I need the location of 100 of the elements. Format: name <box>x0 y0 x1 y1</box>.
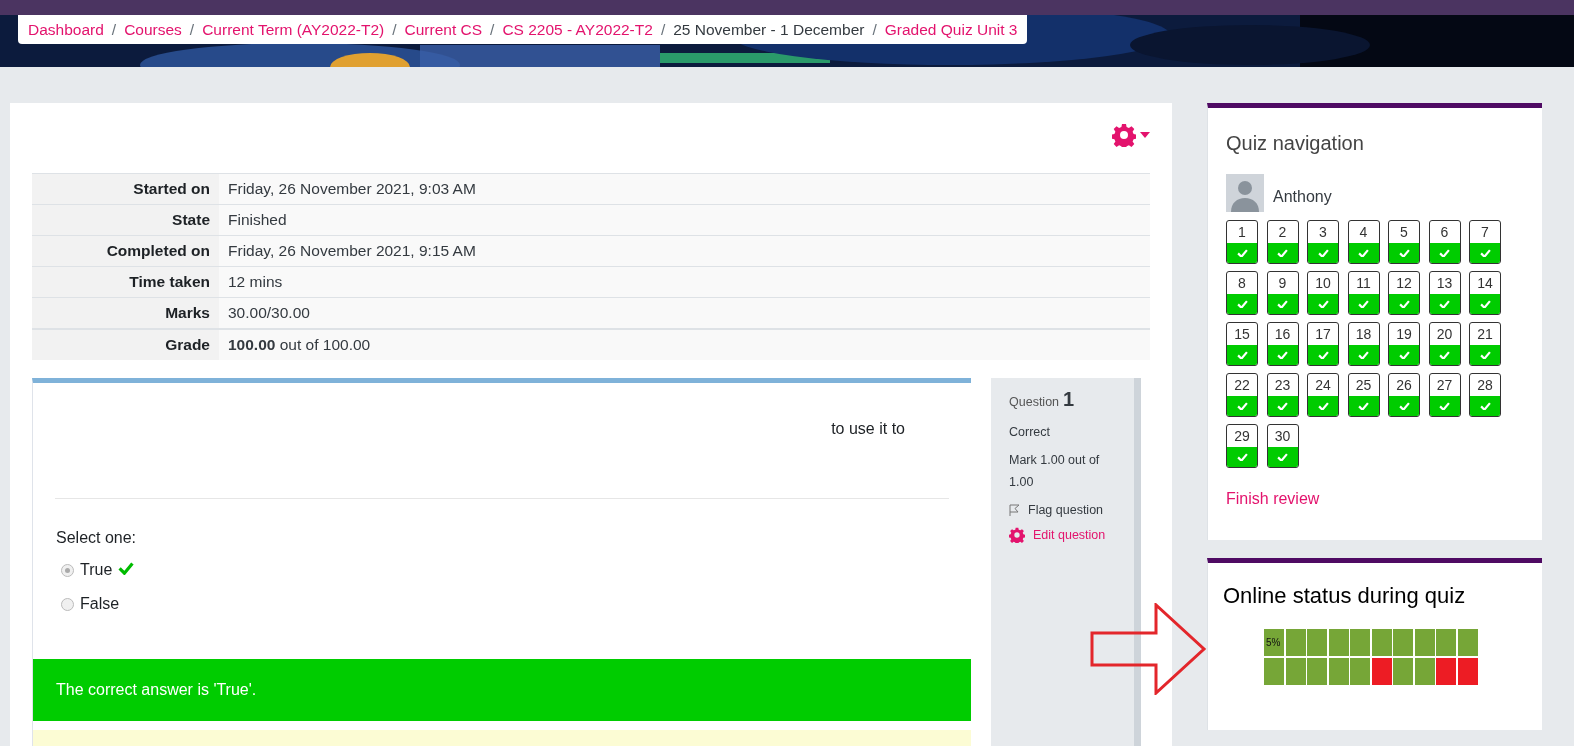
question-nav-button[interactable]: 20 <box>1428 322 1461 366</box>
question-nav-button[interactable]: 24 <box>1307 373 1339 417</box>
finish-review-link[interactable]: Finish review <box>1226 490 1320 508</box>
feedback-banner: The correct answer is 'True'. <box>33 659 971 721</box>
summary-value: Friday, 26 November 2021, 9:03 AM <box>219 174 1150 204</box>
question-nav-button[interactable]: 30 <box>1266 424 1299 468</box>
check-icon <box>1317 350 1329 360</box>
question-nav-button[interactable]: 6 <box>1428 220 1461 264</box>
breadcrumb-separator: / <box>392 20 397 39</box>
question-status: Correct <box>1009 424 1051 441</box>
question-nav-button[interactable]: 9 <box>1266 271 1299 315</box>
question-nav-button[interactable]: 4 <box>1347 220 1380 264</box>
question-nav-button[interactable]: 14 <box>1469 271 1501 315</box>
avatar <box>1226 174 1264 212</box>
summary-value: Friday, 26 November 2021, 9:15 AM <box>219 236 1150 266</box>
check-icon <box>1236 452 1248 462</box>
question-prompt: Select one: <box>56 529 138 547</box>
settings-icon <box>1112 123 1136 147</box>
breadcrumb-separator: / <box>660 20 666 39</box>
summary-label: Marks <box>32 298 219 328</box>
check-icon <box>1317 401 1329 411</box>
breadcrumb-link[interactable]: CS 2205 - AY2022-T2 <box>502 20 653 39</box>
check-icon <box>1398 299 1410 309</box>
question-nav-button[interactable]: 15 <box>1226 322 1258 366</box>
user-name: Anthony <box>1273 188 1332 206</box>
check-icon <box>1277 248 1288 258</box>
summary-value: 30.00/30.00 <box>219 298 1150 328</box>
question-nav-button[interactable]: 3 <box>1307 220 1339 264</box>
question-nav-button[interactable]: 10 <box>1307 271 1339 315</box>
caret-icon <box>1140 132 1150 138</box>
question-nav-button[interactable]: 21 <box>1469 322 1501 366</box>
breadcrumb-separator: / <box>111 20 117 39</box>
question-nav-button[interactable]: 29 <box>1226 424 1258 468</box>
breadcrumb-separator: / <box>189 20 195 39</box>
check-icon <box>1236 248 1248 258</box>
question-nav-button[interactable]: 7 <box>1469 220 1501 264</box>
question-nav-button[interactable]: 1 <box>1226 220 1258 264</box>
question-nav-button[interactable]: 27 <box>1428 373 1461 417</box>
summary-label: Completed on <box>32 236 219 266</box>
check-icon <box>1439 350 1450 360</box>
check-icon <box>1439 401 1450 411</box>
check-icon <box>1236 350 1248 360</box>
question-nav-button[interactable]: 19 <box>1388 322 1420 366</box>
question-nav-button[interactable]: 13 <box>1428 271 1461 315</box>
flag-question-link[interactable]: Flag question <box>1009 503 1120 517</box>
check-icon <box>1236 299 1248 309</box>
question-label: Question <box>1009 395 1060 409</box>
check-icon <box>1479 248 1491 258</box>
check-icon <box>1479 350 1491 360</box>
check-icon <box>1439 299 1450 309</box>
breadcrumb-link[interactable]: Dashboard <box>28 20 104 39</box>
check-icon <box>1479 401 1491 411</box>
question-mark: Mark 1.00 out of 1.00 <box>1009 452 1101 491</box>
question-nav-button[interactable]: 5 <box>1388 220 1420 264</box>
edit-question-link[interactable]: Edit question <box>1009 527 1120 543</box>
question-nav-button[interactable]: 18 <box>1347 322 1380 366</box>
option-label: False <box>80 595 120 613</box>
summary-label: State <box>32 205 219 235</box>
radio-button[interactable] <box>61 563 74 577</box>
status-percent: 5% <box>1266 637 1281 648</box>
question-nav-button[interactable]: 12 <box>1388 271 1420 315</box>
question-nav-button[interactable]: 26 <box>1388 373 1420 417</box>
summary-label: Time taken <box>32 267 219 297</box>
breadcrumb-separator: / <box>872 20 877 39</box>
breadcrumb-text: 25 November - 1 December <box>673 20 865 39</box>
check-icon <box>1398 350 1410 360</box>
breadcrumb-link[interactable]: Courses <box>124 20 182 39</box>
question-nav-button[interactable]: 17 <box>1307 322 1339 366</box>
settings-icon <box>1009 527 1025 543</box>
check-icon <box>1317 248 1329 258</box>
summary-value: Finished <box>219 205 1150 235</box>
question-nav-button[interactable]: 2 <box>1266 220 1299 264</box>
check-icon <box>1439 248 1450 258</box>
check-icon <box>1277 452 1288 462</box>
check-icon <box>1398 248 1410 258</box>
breadcrumb-link[interactable]: Current Term (AY2022-T2) <box>202 20 385 39</box>
summary-label: Started on <box>32 174 219 204</box>
check-icon <box>1277 350 1288 360</box>
option-label: True <box>80 561 113 579</box>
question-text: to use it to <box>830 419 906 439</box>
flag-icon <box>1009 504 1020 516</box>
question-nav-button[interactable]: 16 <box>1266 322 1299 366</box>
question-nav-button[interactable]: 23 <box>1266 373 1299 417</box>
question-nav-button[interactable]: 8 <box>1226 271 1258 315</box>
question-nav-button[interactable]: 25 <box>1347 373 1380 417</box>
check-icon <box>1358 350 1369 360</box>
breadcrumb-link[interactable]: Graded Quiz Unit 3 <box>884 20 1018 39</box>
check-icon <box>1358 299 1369 309</box>
question-nav-button[interactable]: 22 <box>1226 373 1258 417</box>
question-nav-button[interactable]: 28 <box>1469 373 1501 417</box>
breadcrumb-link[interactable]: Current CS <box>404 20 483 39</box>
settings-menu-button[interactable] <box>1112 121 1150 149</box>
question-number: 1 <box>1063 388 1075 411</box>
summary-value: 100.00 out of 100.00 <box>219 330 1150 360</box>
check-icon <box>1358 401 1369 411</box>
breadcrumb-separator: / <box>490 20 495 39</box>
radio-button[interactable] <box>61 597 74 611</box>
check-icon <box>1277 401 1288 411</box>
check-icon <box>1398 401 1410 411</box>
question-nav-button[interactable]: 11 <box>1347 271 1380 315</box>
